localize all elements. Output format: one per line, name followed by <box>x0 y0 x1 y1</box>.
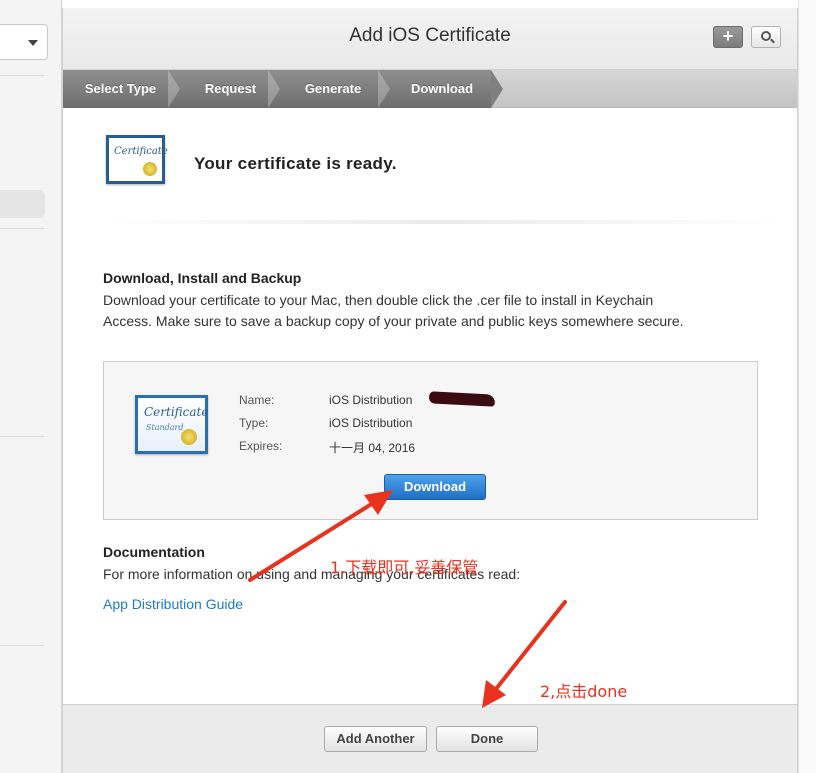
step-generate: Generate <box>304 81 362 96</box>
sidebar-item-selected[interactable] <box>0 190 45 218</box>
plus-icon: + <box>722 26 734 46</box>
add-button[interactable]: + <box>713 26 743 48</box>
download-button[interactable]: Download <box>384 474 486 500</box>
sidebar-divider <box>0 75 44 76</box>
seal-icon <box>181 429 197 445</box>
certificate-icon: Certificate Standard <box>135 395 208 454</box>
window-edge <box>798 0 816 773</box>
footer-bar: Add Another Done <box>63 704 797 773</box>
seal-icon <box>143 162 157 176</box>
done-button[interactable]: Done <box>436 726 538 752</box>
step-download: Download <box>410 81 474 96</box>
sidebar-divider <box>0 436 44 437</box>
search-icon-handle <box>770 38 775 44</box>
name-label: Name: <box>239 393 275 407</box>
certificate-icon-text: Certificate <box>114 146 168 157</box>
app-distribution-guide-link[interactable]: App Distribution Guide <box>103 596 243 612</box>
sidebar-divider <box>0 645 44 646</box>
step-select-type: Select Type <box>84 81 157 96</box>
redaction-mark <box>428 391 496 407</box>
chevron-down-icon <box>28 40 38 46</box>
install-text-line2: Access. Make sure to save a backup copy … <box>103 313 684 329</box>
sidebar-dropdown[interactable] <box>0 24 48 60</box>
certificate-details-panel: Certificate Standard Name: iOS Distribut… <box>103 361 758 520</box>
main-window: Add iOS Certificate + Select Type Reques… <box>62 8 798 773</box>
section-divider <box>103 220 783 224</box>
install-heading: Download, Install and Backup <box>103 270 302 286</box>
title-bar: Add iOS Certificate + <box>63 8 797 70</box>
page-title: Add iOS Certificate <box>349 25 511 46</box>
type-value: iOS Distribution <box>329 416 413 430</box>
sidebar-divider <box>0 228 44 229</box>
certificate-icon: Certificate <box>106 135 168 184</box>
step-request: Request <box>204 81 257 96</box>
step-breadcrumb: Select Type Request Generate Download <box>63 70 797 108</box>
documentation-heading: Documentation <box>103 544 205 560</box>
annotation-note-2: 2,点击done <box>540 682 628 701</box>
ready-heading: Your certificate is ready. <box>194 154 397 173</box>
certificate-icon-text: Certificate <box>144 405 209 419</box>
certificate-icon-subtext: Standard <box>146 423 184 432</box>
expires-value: 十一月 04, 2016 <box>329 441 416 455</box>
annotation-note-1: 1,下载即可,妥善保管 <box>330 558 479 577</box>
search-button[interactable] <box>751 26 781 48</box>
add-another-button[interactable]: Add Another <box>324 726 427 752</box>
sidebar <box>0 0 62 773</box>
type-label: Type: <box>239 416 269 430</box>
expires-label: Expires: <box>239 439 283 453</box>
name-value: iOS Distribution <box>329 393 413 407</box>
install-text-line1: Download your certificate to your Mac, t… <box>103 292 654 308</box>
